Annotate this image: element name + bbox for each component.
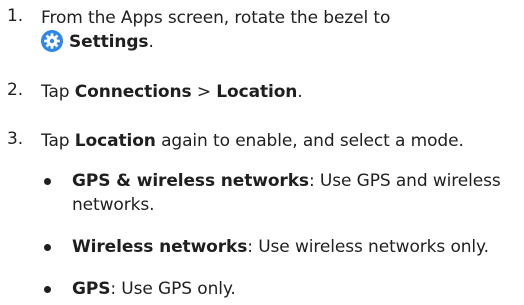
step-text-before: Tap xyxy=(41,82,75,102)
step-text-after: . xyxy=(297,82,303,102)
menu-separator: > xyxy=(191,82,217,102)
step-text-after: . xyxy=(148,32,154,52)
location-label: Location xyxy=(74,131,156,151)
bullet-text: GPS & wireless networks: Use GPS and wir… xyxy=(72,169,516,217)
bullet-term: GPS & wireless networks xyxy=(72,171,309,191)
settings-gear-icon xyxy=(41,30,63,52)
settings-label: Settings xyxy=(69,32,149,52)
bullet-dot xyxy=(44,244,51,251)
bullet-dot xyxy=(44,178,51,185)
step-number: 2. xyxy=(7,80,24,100)
step-number: 1. xyxy=(7,6,24,26)
step-text-before: From the Apps screen, rotate the bezel t… xyxy=(41,8,391,28)
bullet-dot xyxy=(44,286,51,293)
bullet-text: Wireless networks: Use wireless networks… xyxy=(72,235,516,259)
bullet-text: GPS: Use GPS only. xyxy=(72,277,516,301)
step-text: Tap Connections > Location. xyxy=(41,80,516,104)
step-text: From the Apps screen, rotate the bezel t… xyxy=(41,6,516,54)
bullet-term: Wireless networks xyxy=(72,237,248,257)
bullet-description: : Use wireless networks only. xyxy=(247,237,489,257)
step-text-before: Tap xyxy=(41,131,75,151)
location-label: Location xyxy=(216,82,298,102)
bullet-term: GPS xyxy=(72,279,111,299)
connections-label: Connections xyxy=(74,82,192,102)
bullet-description: : Use GPS only. xyxy=(110,279,236,299)
step-text-after: again to enable, and select a mode. xyxy=(155,131,464,151)
step-text: Tap Location again to enable, and select… xyxy=(41,129,516,153)
step-number: 3. xyxy=(7,129,24,149)
